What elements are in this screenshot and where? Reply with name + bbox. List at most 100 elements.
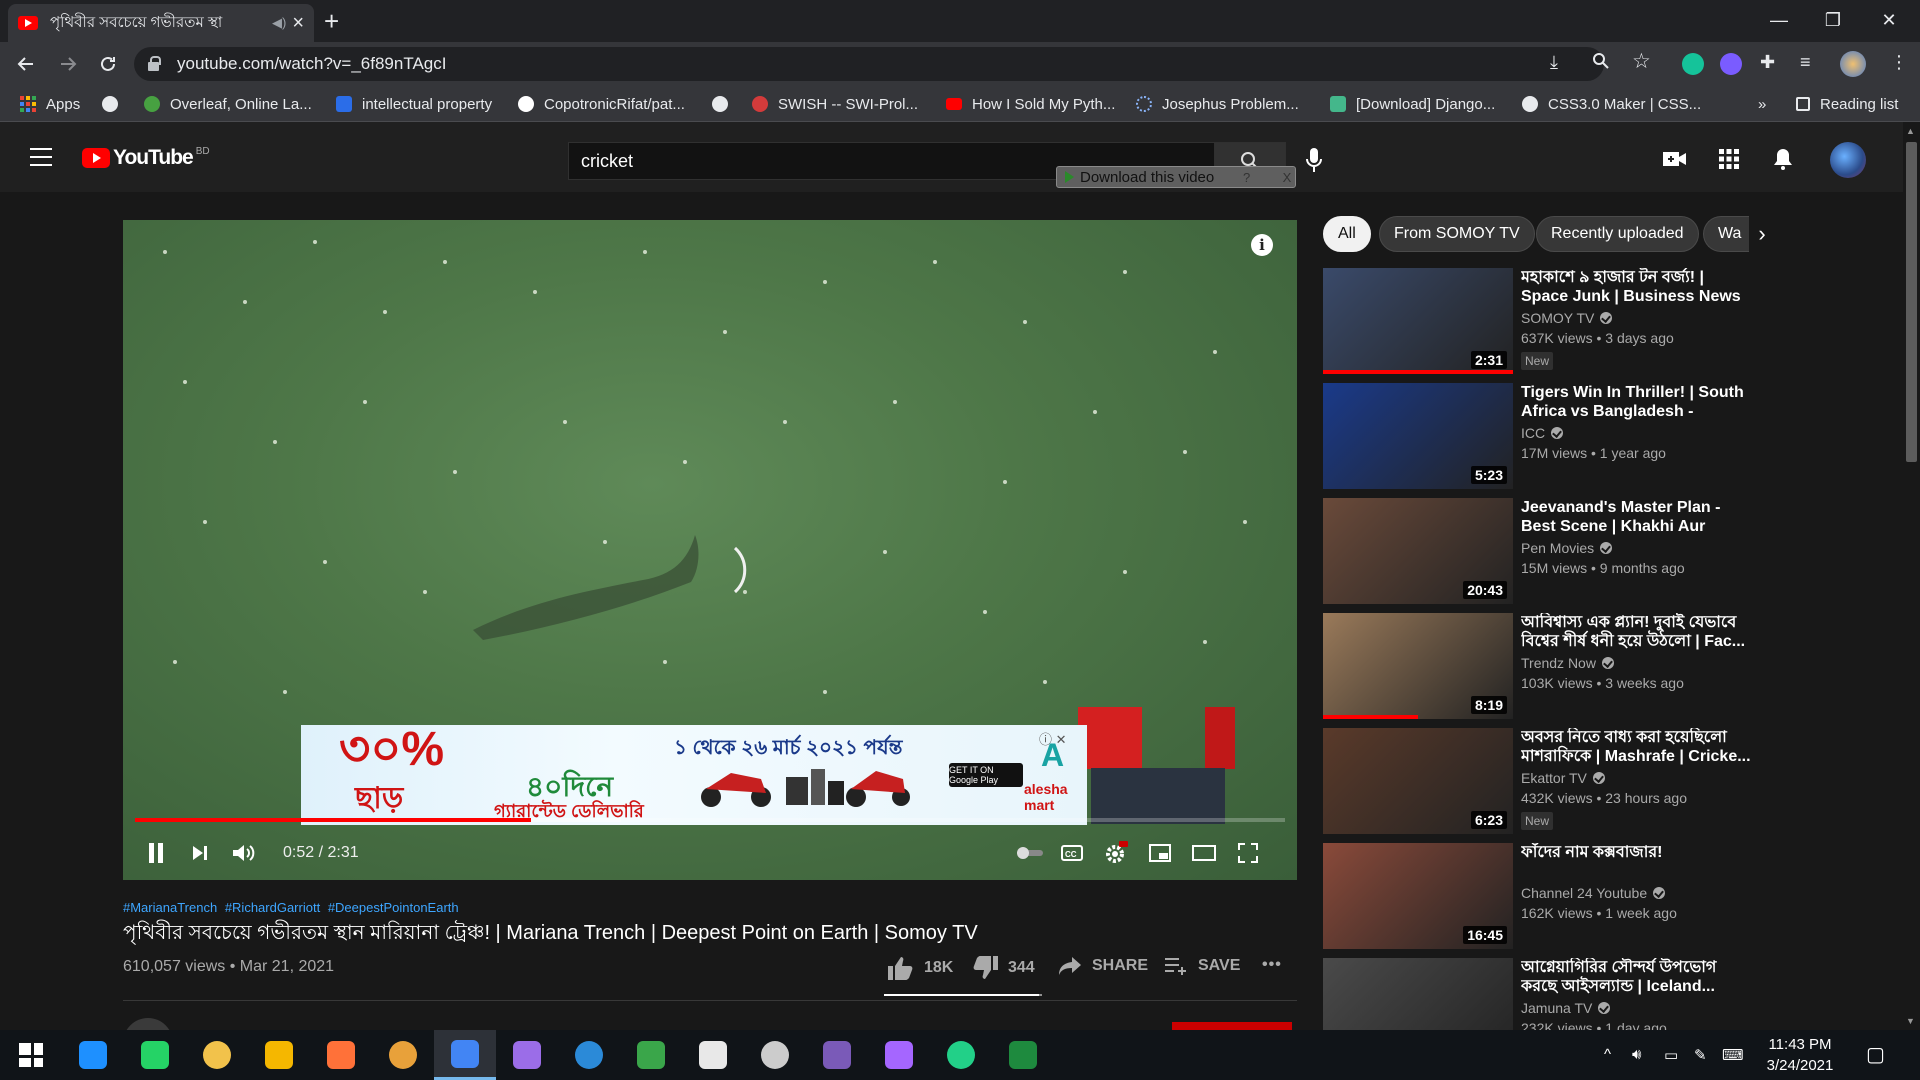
edge-icon[interactable] bbox=[62, 1030, 124, 1080]
recommendation-thumbnail[interactable]: 8:19 bbox=[1323, 613, 1513, 719]
overlay-ad-banner[interactable]: ৩০% ছাড় ১ থেকে ২৬ মার্চ ২০২১ পর্যন্ত ৪০… bbox=[301, 725, 1087, 825]
next-button[interactable] bbox=[185, 838, 215, 868]
share-button[interactable]: SHARE bbox=[1058, 956, 1148, 976]
pycharm-icon[interactable] bbox=[930, 1030, 992, 1080]
zoom-icon[interactable] bbox=[1592, 52, 1610, 75]
subscribe-button[interactable] bbox=[1172, 1022, 1292, 1030]
firefox-icon[interactable] bbox=[310, 1030, 372, 1080]
chip-from-somoy-tv[interactable]: From SOMOY TV bbox=[1379, 216, 1535, 252]
video-player[interactable]: i ৩০% ছাড় ১ থেকে ২৬ মার্চ ২০২১ পর্যন্ত … bbox=[123, 220, 1297, 880]
bookmark-globe-2[interactable] bbox=[712, 94, 738, 114]
recommendation-title[interactable]: আগ্নেয়াগিরির সৌন্দর্য উপভোগ করছে আইসল্য… bbox=[1521, 958, 1753, 996]
pen-icon[interactable]: ✎ bbox=[1694, 1046, 1707, 1064]
window-minimize-button[interactable]: — bbox=[1752, 0, 1806, 40]
bot-icon[interactable] bbox=[744, 1030, 806, 1080]
recommendation-channel[interactable]: ICC bbox=[1521, 425, 1564, 441]
chip-recently-uploaded[interactable]: Recently uploaded bbox=[1536, 216, 1699, 252]
back-button[interactable] bbox=[12, 50, 40, 78]
chips-next-chevron-icon[interactable]: › bbox=[1746, 218, 1778, 250]
scroll-up-icon[interactable]: ▲ bbox=[1906, 126, 1915, 136]
bookmark-django[interactable]: [Download] Django... bbox=[1330, 94, 1495, 114]
grammarly-extension-icon[interactable] bbox=[1682, 53, 1704, 75]
new-tab-button[interactable]: + bbox=[324, 6, 339, 36]
bookmark-youtube[interactable]: How I Sold My Pyth... bbox=[946, 94, 1115, 114]
lock-icon[interactable] bbox=[148, 56, 161, 71]
bookmark-swish[interactable]: SWISH -- SWI-Prol... bbox=[752, 94, 918, 114]
whatsapp-icon[interactable] bbox=[124, 1030, 186, 1080]
extensions-puzzle-icon[interactable]: ✚ bbox=[1760, 52, 1775, 73]
bookmark-globe-1[interactable] bbox=[102, 94, 128, 114]
recommendation-title[interactable]: অবসর নিতে বাধ্য করা হয়েছিলো মাশরাফিকে |… bbox=[1521, 728, 1753, 766]
youtube-logo[interactable]: YouTube BD bbox=[82, 146, 210, 170]
chrome-icon[interactable] bbox=[434, 1030, 496, 1080]
vscode-icon[interactable] bbox=[558, 1030, 620, 1080]
settings-button[interactable] bbox=[1101, 838, 1131, 868]
recommendation-channel[interactable]: Trendz Now bbox=[1521, 655, 1614, 671]
browser-tab-active[interactable]: পৃথিবীর সবচেয়ে গভীরতম স্থা ◀) × bbox=[8, 4, 314, 42]
ad-close-button[interactable]: ⓘ ✕ bbox=[1039, 729, 1067, 748]
hashtag-link[interactable]: #DeepestPointonEarth bbox=[328, 900, 459, 915]
recommendation-item[interactable]: 6:23 অবসর নিতে বাধ্য করা হয়েছিলো মাশরাফি… bbox=[1323, 728, 1753, 834]
notifications-bell-icon[interactable] bbox=[1770, 148, 1796, 170]
network-icon[interactable]: ▭ bbox=[1664, 1046, 1678, 1064]
profile-avatar[interactable] bbox=[1840, 51, 1866, 77]
recommendation-title[interactable]: ফাঁদের নাম কক্সবাজার! bbox=[1521, 843, 1753, 862]
subtitles-button[interactable]: CC bbox=[1057, 838, 1087, 868]
tor-icon[interactable] bbox=[248, 1030, 310, 1080]
bookmark-josephus[interactable]: Josephus Problem... bbox=[1136, 94, 1299, 114]
recommendation-thumbnail[interactable]: 2:31 bbox=[1323, 268, 1513, 374]
chrome-menu-icon[interactable]: ⋮ bbox=[1890, 52, 1908, 73]
bookmark-css3[interactable]: CSS3.0 Maker | CSS... bbox=[1522, 94, 1701, 114]
google-play-badge[interactable]: GET IT ON Google Play bbox=[949, 763, 1023, 787]
excel-icon[interactable] bbox=[992, 1030, 1054, 1080]
recommendation-channel[interactable]: Ekattor TV bbox=[1521, 770, 1605, 786]
account-avatar[interactable] bbox=[1830, 142, 1866, 178]
recommendation-title[interactable]: Tigers Win In Thriller! | South Africa v… bbox=[1521, 383, 1753, 421]
bookmarks-overflow-button[interactable]: » bbox=[1758, 94, 1766, 114]
recommendation-item[interactable]: 20:43 Jeevanand's Master Plan - Best Scen… bbox=[1323, 498, 1753, 604]
recommendation-item[interactable]: 2:31 মহাকাশে ৯ হাজার টন বর্জ্য! | Space J… bbox=[1323, 268, 1753, 374]
reading-list-button[interactable]: Reading list bbox=[1796, 94, 1898, 114]
lightshot-icon[interactable] bbox=[372, 1030, 434, 1080]
bookmark-apps[interactable]: Apps bbox=[20, 94, 80, 114]
menu-hamburger-icon[interactable] bbox=[30, 148, 52, 166]
maps-icon[interactable] bbox=[620, 1030, 682, 1080]
channel-avatar[interactable] bbox=[123, 1018, 173, 1030]
fullscreen-button[interactable] bbox=[1233, 838, 1263, 868]
windows-start-icon[interactable] bbox=[0, 1030, 62, 1080]
recommendation-title[interactable]: মহাকাশে ৯ হাজার টন বর্জ্য! | Space Junk … bbox=[1521, 268, 1753, 306]
miniplayer-button[interactable] bbox=[1145, 838, 1175, 868]
page-scrollbar[interactable]: ▲ ▼ bbox=[1903, 122, 1920, 1030]
recommendation-channel[interactable]: SOMOY TV bbox=[1521, 310, 1613, 326]
hashtag-link[interactable]: #MarianaTrench bbox=[123, 900, 217, 915]
reload-button[interactable] bbox=[94, 50, 122, 78]
recommendation-channel[interactable]: Channel 24 Youtube bbox=[1521, 885, 1666, 901]
forward-button[interactable] bbox=[54, 50, 82, 78]
volume-button[interactable] bbox=[229, 838, 259, 868]
recommendation-thumbnail[interactable]: 6:23 bbox=[1323, 728, 1513, 834]
recommendation-item[interactable]: আগ্নেয়াগিরির সৌন্দর্য উপভোগ করছে আইসল্য… bbox=[1323, 958, 1753, 1030]
pause-button[interactable] bbox=[141, 838, 171, 868]
media-control-icon[interactable]: ≡ bbox=[1800, 52, 1811, 73]
recommendation-channel[interactable]: Jamuna TV bbox=[1521, 1000, 1611, 1016]
bookmark-star-icon[interactable]: ☆ bbox=[1632, 49, 1651, 74]
download-help-button[interactable]: ? bbox=[1239, 170, 1255, 185]
window-close-button[interactable]: ✕ bbox=[1862, 0, 1916, 40]
file-explorer-icon[interactable] bbox=[186, 1030, 248, 1080]
theater-mode-button[interactable] bbox=[1189, 838, 1219, 868]
bookmark-intellectual-property[interactable]: intellectual property bbox=[336, 94, 492, 114]
download-close-button[interactable]: X bbox=[1279, 170, 1295, 185]
messenger-icon[interactable] bbox=[868, 1030, 930, 1080]
like-button[interactable]: 18K bbox=[888, 956, 953, 980]
tab-audio-icon[interactable]: ◀) bbox=[272, 15, 286, 31]
recommendation-thumbnail[interactable]: 20:43 bbox=[1323, 498, 1513, 604]
speaker-icon[interactable]: 🔊︎ bbox=[1632, 1046, 1641, 1063]
voice-search-mic-icon[interactable] bbox=[1306, 148, 1322, 174]
address-bar[interactable]: youtube.com/watch?v=_6f89nTAgcI bbox=[134, 47, 1604, 81]
recommendation-title[interactable]: Jeevanand's Master Plan - Best Scene | K… bbox=[1521, 498, 1753, 536]
recommendation-thumbnail[interactable]: 16:45 bbox=[1323, 843, 1513, 949]
recommendation-item[interactable]: 8:19 আবিশ্বাস্য এক প্ল্যান! দুবাই যেভাবে … bbox=[1323, 613, 1753, 719]
download-video-extension-bar[interactable]: Download this video ? X bbox=[1056, 166, 1296, 188]
bookmark-github[interactable]: CopotronicRifat/pat... bbox=[518, 94, 685, 114]
keyboard-icon[interactable]: ⌨ bbox=[1722, 1046, 1744, 1064]
